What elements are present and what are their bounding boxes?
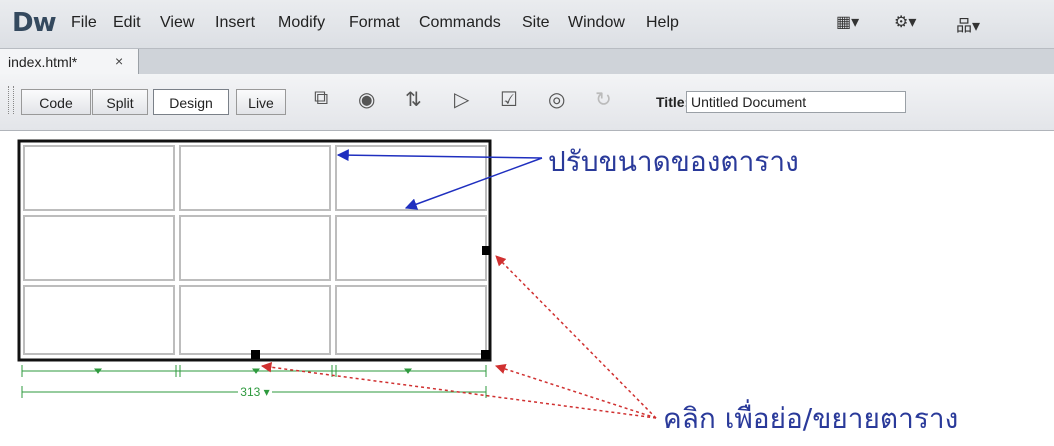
annotation-layer: 313 ▾ bbox=[17, 139, 657, 419]
html-table[interactable] bbox=[17, 139, 492, 362]
click-resize-annotation: คลิก เพื่อย่อ/ขยายตาราง bbox=[663, 402, 959, 435]
table-width-label[interactable]: 313 ▾ bbox=[240, 385, 269, 399]
resize-table-annotation: ปรับขนาดของตาราง bbox=[548, 145, 799, 178]
table-cell bbox=[179, 285, 331, 355]
resize-handle-bottom[interactable] bbox=[251, 350, 260, 359]
table-cell bbox=[179, 215, 331, 281]
table-cell bbox=[335, 215, 487, 281]
table-cell bbox=[23, 145, 175, 211]
resize-handle-right[interactable] bbox=[482, 246, 490, 255]
table-cell bbox=[23, 285, 175, 355]
table-cell bbox=[179, 145, 331, 211]
table-cell bbox=[335, 285, 487, 355]
table-cell bbox=[23, 215, 175, 281]
resize-handle-corner[interactable] bbox=[481, 350, 490, 359]
